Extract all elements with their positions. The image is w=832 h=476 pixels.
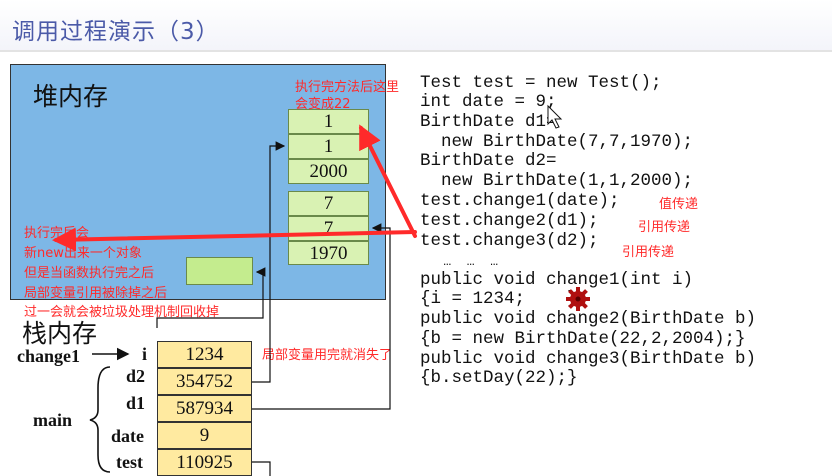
gear-icon bbox=[566, 287, 590, 311]
pointer-d2-to-obj1 bbox=[252, 141, 286, 383]
main-brace bbox=[89, 366, 111, 473]
mouse-cursor-icon bbox=[547, 104, 563, 129]
pointer-i-to-new-object bbox=[156, 267, 266, 328]
red-arrow-to-heap-cell bbox=[359, 124, 417, 238]
red-arrow-to-left-note bbox=[52, 227, 417, 252]
diagram-overlay bbox=[52, 104, 590, 476]
pointer-test-down bbox=[252, 461, 271, 476]
pointer-d1-to-obj2 bbox=[252, 223, 391, 410]
